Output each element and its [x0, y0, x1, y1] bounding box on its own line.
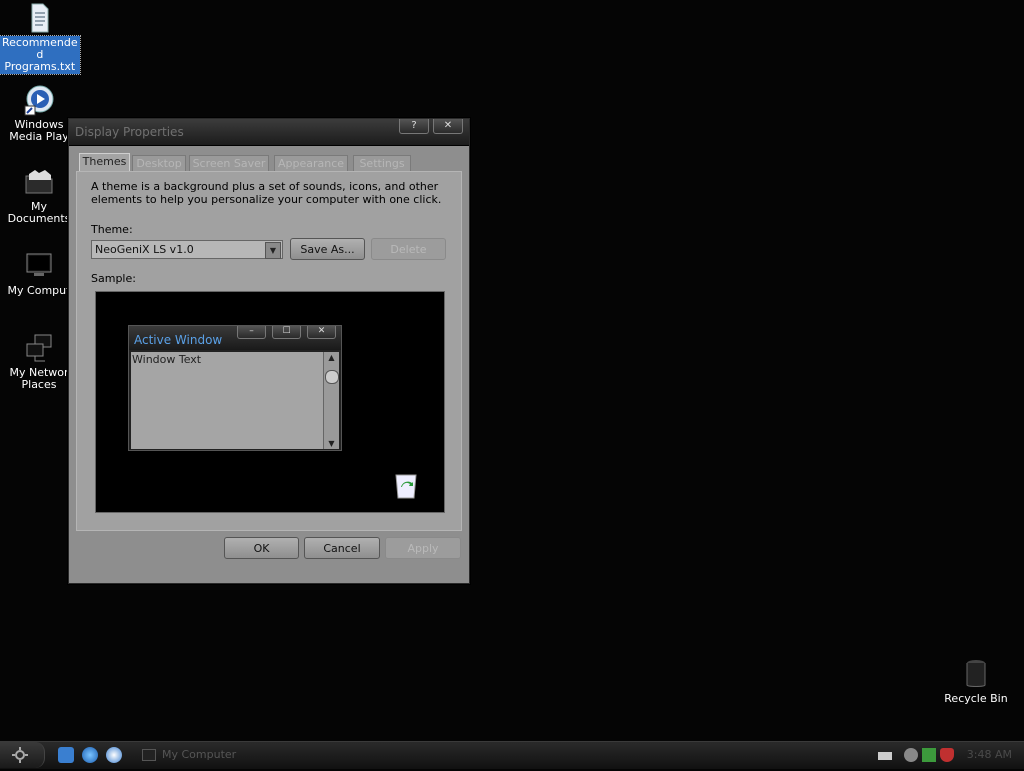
dialog-title: Display Properties	[75, 125, 184, 139]
network-icon	[23, 332, 55, 364]
chevron-down-icon[interactable]: ▼	[265, 242, 281, 259]
desktop-icon-label: My Comput	[7, 284, 71, 297]
scroll-thumb	[325, 370, 339, 384]
desktop-icon-my-computer[interactable]: My Comput	[0, 250, 78, 298]
sample-maximize-icon: ☐	[272, 326, 301, 339]
desktop-icon-label: My Networ Places	[9, 366, 69, 391]
theme-description: A theme is a background plus a set of so…	[91, 180, 442, 206]
desktop-icon-label: Windows Media Play	[9, 118, 69, 143]
tab-settings[interactable]: Settings	[353, 155, 411, 171]
sample-recycle-bin-icon	[392, 470, 420, 500]
sample-active-window: Active Window – ☐ ✕ Window Text ▲ ▼	[128, 325, 342, 451]
tab-appearance[interactable]: Appearance	[274, 155, 348, 171]
keyboard-icon[interactable]	[878, 752, 892, 760]
desktop-icon-my-documents[interactable]: My Documents	[0, 166, 78, 226]
network-tray-icon[interactable]	[904, 748, 918, 762]
ok-button[interactable]: OK	[224, 537, 299, 559]
security-shield-icon[interactable]	[940, 748, 954, 762]
dialog-titlebar[interactable]: Display Properties ? ✕	[69, 119, 469, 146]
sample-close-icon: ✕	[307, 326, 336, 339]
quicklaunch-media-player-icon[interactable]	[106, 747, 122, 763]
documents-folder-icon	[23, 166, 55, 198]
taskbar: My Computer 3:48 AM	[0, 741, 1024, 769]
start-orb-icon	[12, 747, 28, 763]
quicklaunch-ie-icon[interactable]	[82, 747, 98, 763]
scroll-up-icon: ▲	[328, 353, 335, 362]
desktop-icon-label: Recommende d Programs.txt	[0, 35, 81, 75]
task-label: My Computer	[162, 748, 237, 761]
close-button[interactable]: ✕	[433, 119, 463, 134]
media-player-icon	[23, 84, 55, 116]
cancel-button[interactable]: Cancel	[304, 537, 380, 559]
theme-label: Theme:	[91, 223, 133, 236]
desktop-icon-label: My Documents	[7, 200, 71, 225]
theme-sample-preview: Active Window – ☐ ✕ Window Text ▲ ▼	[95, 291, 445, 513]
text-file-icon	[23, 2, 55, 34]
desktop-icon-media-player[interactable]: Windows Media Play	[0, 84, 78, 144]
delete-button[interactable]: Delete	[371, 238, 446, 260]
tab-themes[interactable]: Themes	[79, 153, 130, 172]
theme-select[interactable]: NeoGeniX LS v1.0 ▼	[91, 240, 283, 259]
desktop-icon-my-network[interactable]: My Networ Places	[0, 332, 78, 392]
help-button[interactable]: ?	[399, 119, 429, 134]
desktop-icon-recycle-bin[interactable]: Recycle Bin	[936, 658, 1016, 706]
update-tray-icon[interactable]	[922, 748, 936, 762]
theme-select-value: NeoGeniX LS v1.0	[95, 243, 194, 256]
computer-icon	[142, 749, 156, 761]
save-as-button[interactable]: Save As...	[290, 238, 365, 260]
desktop-icon-label: Recycle Bin	[944, 692, 1008, 705]
recycle-bin-icon	[960, 658, 992, 690]
scroll-down-icon: ▼	[328, 439, 335, 448]
tab-screen-saver[interactable]: Screen Saver	[189, 155, 269, 171]
sample-window-titlebar: Active Window – ☐ ✕	[129, 326, 341, 350]
sample-label: Sample:	[91, 272, 136, 285]
sample-window-title: Active Window	[134, 333, 223, 347]
taskbar-task-my-computer[interactable]: My Computer	[138, 745, 298, 765]
taskbar-clock[interactable]: 3:48 AM	[967, 748, 1012, 761]
sample-window-text: Window Text	[131, 352, 325, 449]
computer-icon	[23, 250, 55, 282]
sample-scrollbar: ▲ ▼	[323, 352, 339, 449]
apply-button[interactable]: Apply	[385, 537, 461, 559]
tab-desktop[interactable]: Desktop	[132, 155, 186, 171]
desktop-icon-recommended-programs[interactable]: Recommende d Programs.txt	[0, 2, 81, 75]
start-button[interactable]	[0, 742, 45, 768]
sample-minimize-icon: –	[237, 326, 266, 339]
themes-panel: A theme is a background plus a set of so…	[76, 171, 462, 531]
display-properties-dialog: Display Properties ? ✕ Themes Desktop Sc…	[68, 118, 470, 584]
quicklaunch-explorer-icon[interactable]	[58, 747, 74, 763]
